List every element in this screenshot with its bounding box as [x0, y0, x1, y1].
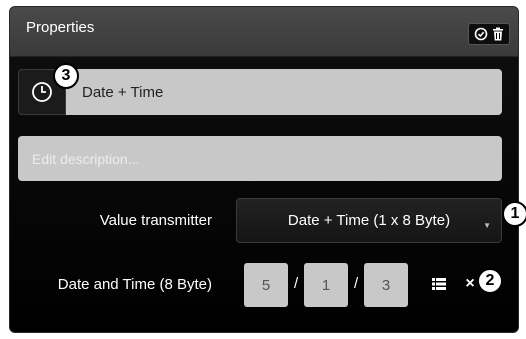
callout-marker: 2: [477, 268, 503, 294]
panel-header: Properties: [10, 7, 518, 57]
description-field[interactable]: [18, 136, 502, 181]
header-toolbar: [468, 23, 510, 45]
value-transmitter-label: Value transmitter: [99, 212, 212, 229]
name-field[interactable]: [66, 69, 502, 115]
date-field-3[interactable]: [364, 263, 408, 307]
trash-icon[interactable]: [490, 26, 506, 42]
dropdown-arrow-icon: ▼: [483, 221, 491, 230]
panel-title: Properties: [26, 19, 95, 36]
name-row: [18, 69, 502, 115]
callout-marker: 1: [502, 201, 526, 227]
date-separator: /: [354, 275, 359, 292]
check-circle-icon[interactable]: [473, 26, 489, 42]
callout-marker: 3: [53, 63, 79, 89]
value-transmitter-selected: Date + Time (1 x 8 Byte): [287, 212, 451, 229]
value-transmitter-select[interactable]: Date + Time (1 x 8 Byte) ▼: [236, 198, 502, 243]
date-time-label: Date and Time (8 Byte): [57, 276, 212, 293]
date-field-1[interactable]: [244, 263, 288, 307]
list-icon[interactable]: [428, 273, 450, 295]
date-field-2[interactable]: [304, 263, 348, 307]
date-separator: /: [294, 275, 299, 292]
